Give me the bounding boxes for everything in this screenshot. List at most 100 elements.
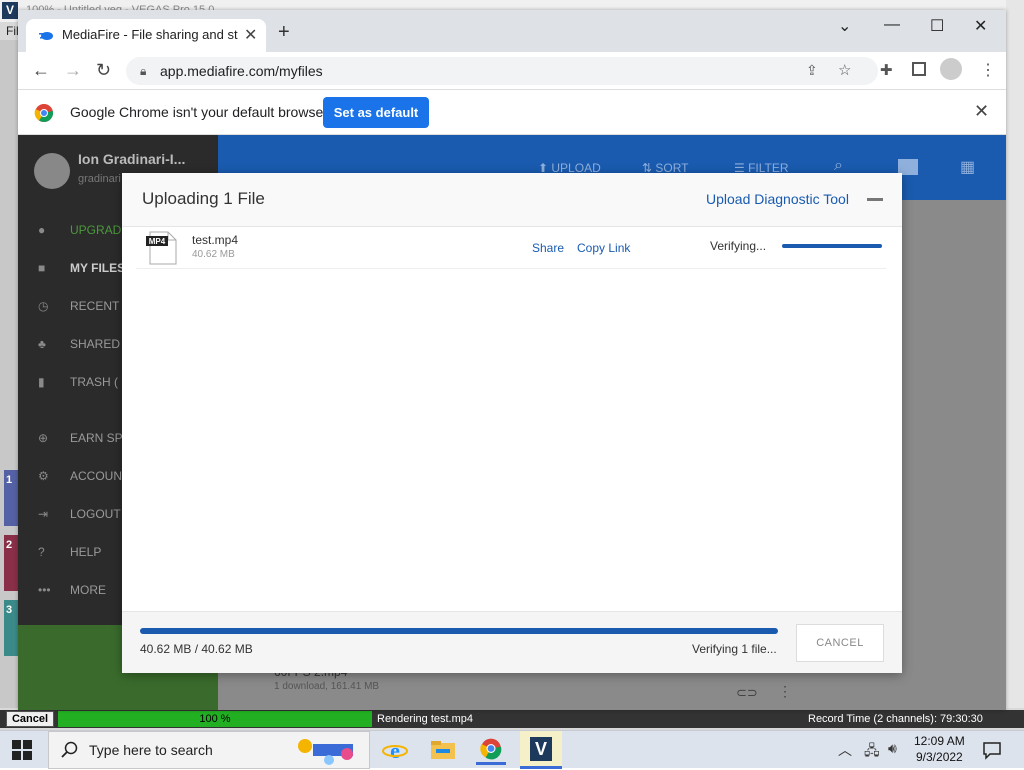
sidebar-item-label: TRASH ( xyxy=(70,375,118,389)
file-upload-status: Verifying... xyxy=(710,239,767,253)
vegas-right-scrollbar[interactable] xyxy=(1006,0,1024,708)
notification-center-icon[interactable] xyxy=(982,740,1002,760)
sidebar-item-more[interactable]: ••• MORE xyxy=(38,583,106,597)
sidebar-item-label: LOGOUT xyxy=(70,507,121,521)
tray-overflow-chevron-icon[interactable]: ︿ xyxy=(838,740,852,760)
cancel-upload-button[interactable]: CANCEL xyxy=(796,624,884,662)
infobar-message: Google Chrome isn't your default browser xyxy=(70,104,328,120)
plus-icon: ⊕ xyxy=(38,431,49,445)
side-panel-icon[interactable] xyxy=(912,62,926,76)
omnibox[interactable]: 🔒︎ app.mediafire.com/myfiles ⇪ ☆ xyxy=(126,57,878,85)
track-number: 1 xyxy=(6,474,13,486)
set-as-default-button[interactable]: Set as default xyxy=(323,97,429,128)
tab-close-icon[interactable]: ✕ xyxy=(244,25,257,45)
search-icon xyxy=(61,741,78,758)
sidebar-item-label: HELP xyxy=(70,545,102,559)
track-header-1[interactable]: 1 xyxy=(4,470,18,526)
user-avatar[interactable] xyxy=(34,153,70,189)
sidebar-item-logout[interactable]: ⇥ LOGOUT xyxy=(38,507,121,521)
sidebar-item-account[interactable]: ⚙ ACCOUN xyxy=(38,469,122,483)
sidebar-item-help[interactable]: ? HELP xyxy=(38,545,101,559)
grid-view-icon[interactable]: ▦ xyxy=(960,157,975,177)
upload-file-size: 40.62 MB xyxy=(192,249,235,260)
clock-icon: ◷ xyxy=(38,299,49,313)
bookmark-star-icon[interactable]: ☆ xyxy=(838,61,851,79)
sidebar-item-shared[interactable]: ♣ SHARED xyxy=(38,337,120,351)
tab-search-chevron-icon[interactable]: ⌄ xyxy=(838,16,851,36)
total-upload-size: 40.62 MB / 40.62 MB xyxy=(140,642,253,656)
copy-link[interactable]: Copy Link xyxy=(577,241,630,255)
user-name[interactable]: Ion Gradinari-I... xyxy=(78,151,185,167)
user-subtitle: gradinari xyxy=(78,173,121,185)
taskbar-chrome-icon[interactable] xyxy=(476,735,506,765)
taskbar-search-box[interactable]: Type here to search xyxy=(48,731,370,769)
more-icon: ••• xyxy=(38,583,51,597)
track-number: 2 xyxy=(6,539,13,551)
track-header-2[interactable]: 2 xyxy=(4,535,18,591)
maximize-icon[interactable]: ☐ xyxy=(930,16,944,36)
sidebar-item-my-files[interactable]: ■ MY FILES xyxy=(38,261,125,275)
render-cancel-button[interactable]: Cancel xyxy=(6,711,54,727)
file-row-meta: 1 download, 161.41 MB xyxy=(274,681,380,692)
upload-modal-title: Uploading 1 File xyxy=(142,189,265,208)
taskbar-file-explorer-icon[interactable] xyxy=(428,735,458,765)
upload-modal-footer: 40.62 MB / 40.62 MB Verifying 1 file... … xyxy=(122,611,902,673)
row-link-icon[interactable]: ⊂⊃ xyxy=(736,685,758,701)
volume-icon[interactable]: 🔊︎ xyxy=(888,740,897,757)
chrome-logo-icon xyxy=(34,104,54,123)
sidebar-item-label: SHARED xyxy=(70,337,121,351)
record-time-text: Record Time (2 channels): 79:30:30 xyxy=(808,713,983,725)
new-tab-icon[interactable]: + xyxy=(278,22,290,42)
profile-avatar-icon[interactable] xyxy=(940,58,962,80)
windows-start-icon[interactable] xyxy=(12,740,32,760)
share-link[interactable]: Share xyxy=(532,241,564,255)
taskbar-vegas-icon[interactable]: V xyxy=(520,731,562,769)
file-type-badge: MP4 xyxy=(149,237,166,246)
track-number: 3 xyxy=(6,604,13,616)
url-text[interactable]: app.mediafire.com/myfiles xyxy=(160,63,323,79)
infobar-close-icon[interactable]: ✕ xyxy=(974,101,989,122)
share-page-icon[interactable]: ⇪ xyxy=(806,62,818,79)
sidebar-item-upgrade[interactable]: ● UPGRADE xyxy=(38,223,129,237)
upload-file-row: MP4 test.mp4 40.62 MB Share Copy Link Ve… xyxy=(136,227,886,269)
total-upload-progress-fill xyxy=(140,628,778,634)
sidebar-item-label: ACCOUN xyxy=(70,469,123,483)
logout-icon: ⇥ xyxy=(38,507,49,521)
taskbar-internet-explorer-icon[interactable]: e xyxy=(380,735,410,765)
minimize-modal-icon[interactable] xyxy=(867,198,883,201)
row-menu-icon[interactable]: ⋮ xyxy=(778,683,792,700)
back-icon[interactable]: ← xyxy=(32,61,50,79)
minimize-icon[interactable]: — xyxy=(884,16,900,34)
vegas-menu-file[interactable]: Fil xyxy=(6,24,19,38)
sidebar-item-label: RECENT F xyxy=(70,299,130,313)
lock-icon[interactable]: 🔒︎ xyxy=(140,64,146,79)
extensions-icon[interactable]: ✚ xyxy=(880,61,893,79)
total-upload-progress-track xyxy=(140,628,778,634)
close-window-icon[interactable]: ✕ xyxy=(974,16,987,36)
sidebar-item-label: MY FILES xyxy=(70,261,126,275)
track-header-3[interactable]: 3 xyxy=(4,600,18,656)
chrome-window: MediaFire - File sharing and storage ✕ +… xyxy=(18,10,1006,710)
upload-modal: Uploading 1 File Upload Diagnostic Tool … xyxy=(122,173,902,673)
forward-icon[interactable]: → xyxy=(64,61,82,79)
search-highlight-illustration xyxy=(298,739,353,765)
sidebar-item-earn-space[interactable]: ⊕ EARN SP xyxy=(38,431,123,445)
mp4-file-icon: MP4 xyxy=(146,231,177,265)
taskbar-search-placeholder: Type here to search xyxy=(89,742,213,758)
reload-icon[interactable]: ↻ xyxy=(96,61,111,79)
tab-mediafire[interactable]: MediaFire - File sharing and storage ✕ xyxy=(26,19,266,52)
upload-diagnostic-tool-link[interactable]: Upload Diagnostic Tool xyxy=(706,191,849,207)
upgrade-icon: ● xyxy=(38,223,46,237)
mediafire-favicon-icon xyxy=(39,32,53,40)
trash-icon: ▮ xyxy=(38,375,45,389)
sidebar-item-label: EARN SP xyxy=(70,431,123,445)
svg-text:e: e xyxy=(390,738,400,763)
sidebar-item-recent[interactable]: ◷ RECENT F xyxy=(38,299,130,313)
network-icon[interactable]: 🖧︎ xyxy=(864,740,880,764)
sidebar-item-trash[interactable]: ▮ TRASH ( xyxy=(38,375,118,389)
clock-date[interactable]: 9/3/2022 xyxy=(916,750,963,764)
chrome-menu-icon[interactable]: ⋮ xyxy=(980,60,996,80)
help-icon: ? xyxy=(38,545,45,559)
clock-time[interactable]: 12:09 AM xyxy=(914,734,965,748)
rendering-status-text: Rendering test.mp4 xyxy=(377,713,473,725)
